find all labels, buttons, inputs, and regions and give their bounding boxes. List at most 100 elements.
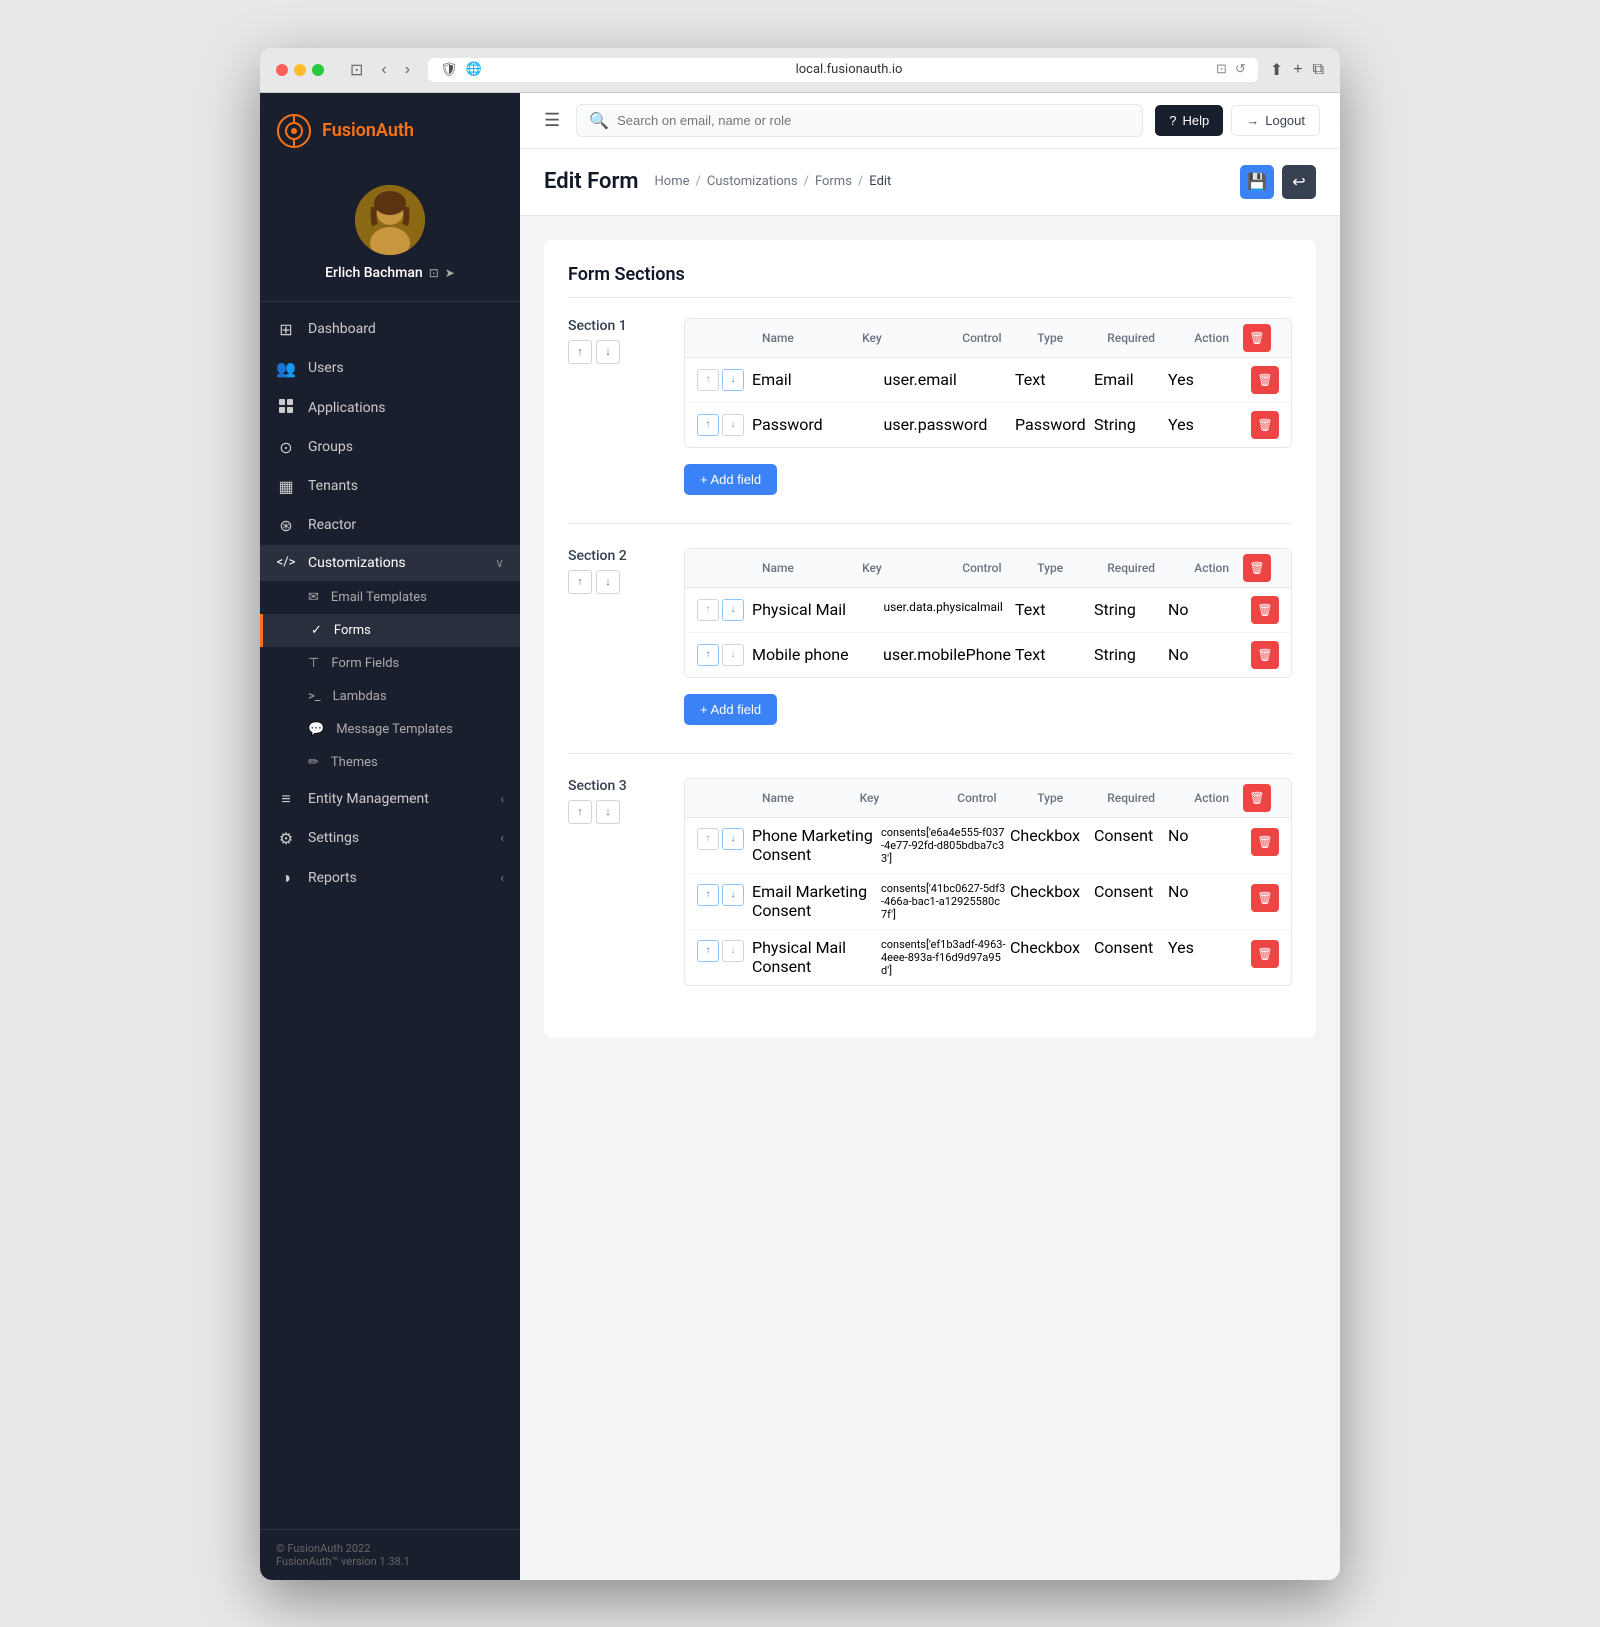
globe-icon: 🌐: [466, 62, 482, 77]
section-2-down-button[interactable]: ↓: [596, 570, 620, 594]
section-2-add-field-button[interactable]: + Add field: [684, 694, 777, 725]
sidebar-item-forms[interactable]: ✓ Forms: [260, 614, 520, 647]
entity-management-chevron-icon: ‹: [500, 792, 504, 806]
section-3-table-header: Name Key Control Type Required Action: [685, 779, 1291, 818]
save-button[interactable]: 💾: [1240, 165, 1274, 199]
field-7-up-button[interactable]: ↑: [697, 940, 719, 962]
share-icon[interactable]: ⬆: [1270, 60, 1283, 80]
user-location-icon[interactable]: ➤: [445, 266, 455, 280]
avatar-image: [355, 185, 425, 255]
field-1-down-button[interactable]: ↓: [722, 369, 744, 391]
field-6-down-button[interactable]: ↓: [722, 884, 744, 906]
minimize-button[interactable]: [294, 64, 306, 76]
field-7-order-buttons: ↑ ↓: [697, 940, 744, 962]
section-3-label: Section 3: [568, 778, 668, 794]
topbar-actions: ? Help → Logout: [1155, 105, 1320, 136]
sidebar-item-groups[interactable]: ⊙ Groups: [260, 428, 520, 467]
sidebar-item-form-fields[interactable]: ⊤ Form Fields: [260, 647, 520, 680]
section-2-label: Section 2: [568, 548, 668, 564]
field-4-delete-button[interactable]: 🗑: [1251, 641, 1279, 669]
field-1-required: Yes: [1168, 370, 1243, 389]
field-6-delete-button[interactable]: 🗑: [1251, 884, 1279, 912]
section-3-down-button[interactable]: ↓: [596, 800, 620, 824]
forms-icon: ✓: [311, 623, 322, 638]
section-3-delete-button[interactable]: 🗑: [1243, 784, 1271, 812]
field-3-down-button[interactable]: ↓: [722, 599, 744, 621]
field-7-required: Yes: [1168, 938, 1243, 957]
sidebar-item-reports[interactable]: ◑ Reports ‹: [260, 858, 520, 898]
field-2-required: Yes: [1168, 415, 1243, 434]
field-7-delete-button[interactable]: 🗑: [1251, 940, 1279, 968]
avatar: [355, 185, 425, 255]
sidebar-item-applications[interactable]: Applications: [260, 388, 520, 428]
sidebar-item-users[interactable]: 👥 Users: [260, 349, 520, 388]
entity-management-icon: ≡: [276, 789, 296, 809]
field-2-up-button[interactable]: ↑: [697, 414, 719, 436]
help-button[interactable]: ? Help: [1155, 105, 1223, 136]
sidebar-item-lambdas[interactable]: >_ Lambdas: [260, 680, 520, 713]
field-4-key: user.mobilePhone: [883, 645, 1011, 664]
section-1-add-field-button[interactable]: + Add field: [684, 464, 777, 495]
sidebar-item-customizations[interactable]: </> Customizations ∨: [260, 545, 520, 581]
sidebar-item-themes[interactable]: ✏ Themes: [260, 746, 520, 779]
section-1-down-button[interactable]: ↓: [596, 340, 620, 364]
windows-icon[interactable]: ⧉: [1313, 60, 1324, 80]
sidebar-item-email-templates[interactable]: ✉ Email Templates: [260, 581, 520, 614]
section-2-delete-button[interactable]: 🗑: [1243, 554, 1271, 582]
col-header-type-2: Type: [1031, 557, 1101, 579]
field-2-type: String: [1094, 415, 1164, 434]
field-4-up-button[interactable]: ↑: [697, 644, 719, 666]
field-4-down-button[interactable]: ↓: [722, 644, 744, 666]
field-5-down-button[interactable]: ↓: [722, 828, 744, 850]
field-5-up-button[interactable]: ↑: [697, 828, 719, 850]
logout-button[interactable]: → Logout: [1231, 105, 1320, 136]
field-2-delete-button[interactable]: 🗑: [1251, 411, 1279, 439]
field-6-name: Email Marketing Consent: [752, 882, 877, 920]
sidebar-item-reactor[interactable]: ⊛ Reactor: [260, 506, 520, 545]
sidebar-toggle-button[interactable]: ☰: [540, 106, 564, 135]
field-5-delete-button[interactable]: 🗑: [1251, 828, 1279, 856]
url-display[interactable]: local.fusionauth.io: [490, 62, 1208, 77]
section-1-up-button[interactable]: ↑: [568, 340, 592, 364]
field-1-delete-button[interactable]: 🗑: [1251, 366, 1279, 394]
back-button[interactable]: ↩: [1282, 165, 1316, 199]
field-2-control: Password: [1015, 415, 1090, 434]
browser-back-button[interactable]: ‹: [375, 58, 392, 82]
field-2-name: Password: [752, 415, 880, 434]
field-2-down-button[interactable]: ↓: [722, 414, 744, 436]
search-input[interactable]: [617, 113, 1130, 128]
sidebar-item-message-templates[interactable]: 💬 Message Templates: [260, 713, 520, 746]
field-7-type: Consent: [1094, 938, 1164, 957]
browser-forward-button[interactable]: ›: [399, 58, 416, 82]
sidebar-item-tenants[interactable]: ▦ Tenants: [260, 467, 520, 506]
section-2-table-wrapper: Name Key Control Type Required Action: [684, 548, 1292, 678]
col-header-control-3: Control: [951, 787, 1031, 809]
field-7-name: Physical Mail Consent: [752, 938, 877, 976]
field-1-up-button[interactable]: ↑: [697, 369, 719, 391]
user-card-icon[interactable]: ⊡: [429, 266, 439, 280]
breadcrumb-home[interactable]: Home: [655, 174, 690, 189]
field-6-up-button[interactable]: ↑: [697, 884, 719, 906]
refresh-icon[interactable]: ↺: [1235, 62, 1246, 77]
sidebar-item-settings[interactable]: ⚙ Settings ‹: [260, 819, 520, 858]
sidebar-item-label-form-fields: Form Fields: [331, 656, 399, 671]
footer-version: FusionAuth™ version 1.38.1: [276, 1555, 504, 1568]
close-button[interactable]: [276, 64, 288, 76]
new-tab-icon[interactable]: +: [1293, 60, 1302, 80]
section-2-up-button[interactable]: ↑: [568, 570, 592, 594]
maximize-button[interactable]: [312, 64, 324, 76]
browser-sidebar-toggle[interactable]: ⊡: [344, 58, 369, 82]
field-7-down-button[interactable]: ↓: [722, 940, 744, 962]
breadcrumb-customizations[interactable]: Customizations: [707, 174, 798, 189]
col-header-order-1: [701, 327, 756, 349]
section-divider-2: [568, 753, 1292, 754]
field-3-up-button[interactable]: ↑: [697, 599, 719, 621]
breadcrumb-forms[interactable]: Forms: [815, 174, 852, 189]
groups-icon: ⊙: [276, 438, 296, 457]
breadcrumb-sep-2: /: [804, 174, 809, 189]
section-3-up-button[interactable]: ↑: [568, 800, 592, 824]
sidebar-item-dashboard[interactable]: ⊞ Dashboard: [260, 310, 520, 349]
field-3-delete-button[interactable]: 🗑: [1251, 596, 1279, 624]
section-1-delete-button[interactable]: 🗑: [1243, 324, 1271, 352]
sidebar-item-entity-management[interactable]: ≡ Entity Management ‹: [260, 779, 520, 819]
